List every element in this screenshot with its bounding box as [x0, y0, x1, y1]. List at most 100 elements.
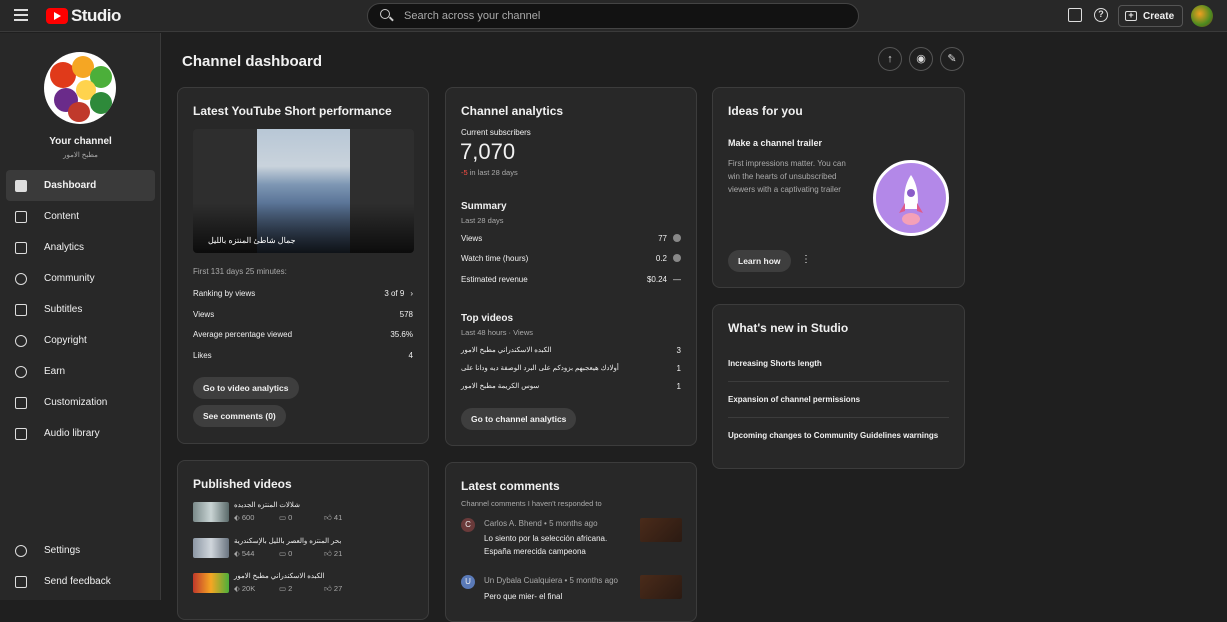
card-title: What's new in Studio: [728, 321, 849, 335]
upload-icon: ↑: [887, 53, 893, 65]
video-comments: 0: [288, 513, 293, 522]
page-title: Channel dashboard: [182, 53, 323, 70]
top-video-row[interactable]: أولادك هيعجبهم بزودكم على البرد الوصفة د…: [461, 364, 681, 373]
views-value: 578: [399, 310, 413, 319]
community-icon: [15, 272, 27, 285]
sidebar-item-earn[interactable]: Earn: [6, 356, 155, 387]
published-videos-card: Published videos شلالات المنتزه الجديده …: [177, 460, 429, 620]
subtitles-icon: [15, 303, 27, 316]
video-thumbnail[interactable]: [193, 502, 229, 522]
sidebar-item-label: Analytics: [44, 242, 85, 253]
sidebar: Your channel مطبخ الامور Dashboard Conte…: [0, 33, 161, 600]
upload-button[interactable]: ↑: [878, 47, 902, 71]
comment-author[interactable]: Un Dybala Cualquiera: [484, 576, 562, 585]
create-button[interactable]: + Create: [1118, 5, 1184, 27]
avatar[interactable]: C: [461, 518, 475, 532]
sidebar-item-audio-library[interactable]: Audio library: [6, 418, 155, 449]
sidebar-item-copyright[interactable]: Copyright: [6, 325, 155, 356]
top-bar: Studio ? + Create: [0, 0, 1227, 32]
account-avatar[interactable]: [1191, 5, 1213, 27]
sidebar-item-label: Copyright: [44, 335, 87, 346]
create-post-button[interactable]: ✎: [940, 47, 964, 71]
copyright-icon: [15, 334, 27, 347]
card-title: Channel analytics: [461, 104, 564, 118]
sidebar-item-content[interactable]: Content: [6, 201, 155, 232]
channel-avatar[interactable]: [44, 52, 116, 124]
sidebar-item-community[interactable]: Community: [6, 263, 155, 294]
video-likes: 21: [333, 549, 343, 558]
search-bar[interactable]: [367, 3, 859, 29]
subscribers-label: Current subscribers: [461, 128, 531, 137]
more-options-icon[interactable]: ⋮: [801, 254, 811, 265]
comment-icon: ▭: [279, 513, 289, 522]
search-input[interactable]: [404, 10, 844, 22]
video-thumbnail[interactable]: [193, 538, 229, 558]
views-value: 77: [658, 234, 667, 243]
sidebar-item-customization[interactable]: Customization: [6, 387, 155, 418]
help-icon[interactable]: ?: [1094, 8, 1108, 22]
news-item[interactable]: Increasing Shorts length: [728, 357, 949, 370]
news-item[interactable]: Upcoming changes to Community Guidelines…: [728, 429, 949, 442]
learn-how-button[interactable]: Learn how: [728, 250, 791, 272]
video-comments: 0: [288, 549, 293, 558]
top-video-views: 3: [676, 346, 681, 355]
sidebar-item-settings[interactable]: Settings: [6, 535, 155, 566]
views-icon: ⬖: [234, 549, 242, 558]
comment-video-thumbnail[interactable]: [640, 518, 682, 542]
video-title[interactable]: الكبده الاسكندراني مطبخ الامور: [234, 572, 325, 580]
menu-icon[interactable]: [14, 9, 28, 21]
comment-meta: Un Dybala Cualquiera • 5 months ago: [484, 576, 618, 585]
revenue-value: $0.24: [646, 275, 667, 284]
main-content: Channel dashboard ↑ ◉ ✎ Latest YouTube S…: [162, 33, 1227, 622]
thumbs-up-icon: 👍︎: [324, 513, 334, 522]
search-icon[interactable]: [380, 9, 394, 23]
comment-time: 5 months ago: [549, 519, 598, 528]
video-analytics-button[interactable]: Go to video analytics: [193, 377, 299, 399]
subscribers-value: 7,070: [460, 139, 516, 164]
sidebar-bottom: Settings Send feedback: [0, 535, 161, 597]
video-title[interactable]: بحر المنتزه والعصر بالليل بالإسكندرية: [234, 537, 341, 545]
period-row: First 131 days 25 minutes:: [193, 267, 413, 276]
go-live-button[interactable]: ◉: [909, 47, 933, 71]
info-icon[interactable]: [673, 254, 681, 262]
revenue-row: Estimated revenue $0.24 —: [461, 275, 681, 284]
channel-analytics-button[interactable]: Go to channel analytics: [461, 408, 577, 430]
video-comments: 2: [288, 584, 293, 593]
avatar[interactable]: U: [461, 575, 475, 589]
top-video-row[interactable]: الكبده الاسكندراني مطبخ الامور 3: [461, 346, 681, 355]
summary-title: Summary: [461, 201, 507, 212]
studio-logo[interactable]: Studio: [46, 6, 121, 26]
video-stats: ⬖ 600 ▭ 0 👍︎ 41: [234, 513, 369, 523]
comment-author[interactable]: Carlos A. Bhend: [484, 519, 542, 528]
content-icon: [15, 210, 27, 223]
ranking-row[interactable]: Ranking by views 3 of 9 ›: [193, 289, 413, 298]
sidebar-item-analytics[interactable]: Analytics: [6, 232, 155, 263]
channel-label: Your channel: [49, 136, 112, 147]
see-comments-button[interactable]: See comments (0): [193, 405, 286, 427]
video-views: 544: [241, 549, 255, 558]
summary-views-row: Views 77: [461, 234, 681, 243]
video-thumbnail[interactable]: [193, 573, 229, 593]
sidebar-item-subtitles[interactable]: Subtitles: [6, 294, 155, 325]
analytics-icon: [15, 241, 27, 254]
sidebar-item-dashboard[interactable]: Dashboard: [6, 170, 155, 201]
short-thumbnail[interactable]: جمال شاطئ المنتزه بالليل: [193, 129, 414, 253]
info-icon[interactable]: [673, 234, 681, 242]
avg-viewed-value: 35.6%: [390, 330, 413, 339]
likes-value: 4: [408, 351, 413, 360]
messages-icon[interactable]: [1068, 8, 1082, 22]
short-caption: جمال شاطئ المنتزه بالليل: [208, 236, 296, 245]
news-item[interactable]: Expansion of channel permissions: [728, 393, 949, 406]
card-title: Latest YouTube Short performance: [193, 104, 392, 118]
sidebar-item-label: Send feedback: [44, 576, 111, 587]
customization-icon: [15, 396, 27, 409]
idea-description: First impressions matter. You can win th…: [728, 159, 846, 194]
sidebar-item-send-feedback[interactable]: Send feedback: [6, 566, 155, 597]
video-title[interactable]: شلالات المنتزه الجديده: [234, 501, 300, 509]
views-label: Views: [193, 310, 215, 319]
top-video-row[interactable]: سوس الكريمة مطبخ الامور 1: [461, 382, 681, 391]
avg-viewed-label: Average percentage viewed: [193, 330, 293, 339]
rocket-icon: [899, 175, 923, 225]
youtube-logo-icon: [46, 8, 68, 24]
comment-video-thumbnail[interactable]: [640, 575, 682, 599]
